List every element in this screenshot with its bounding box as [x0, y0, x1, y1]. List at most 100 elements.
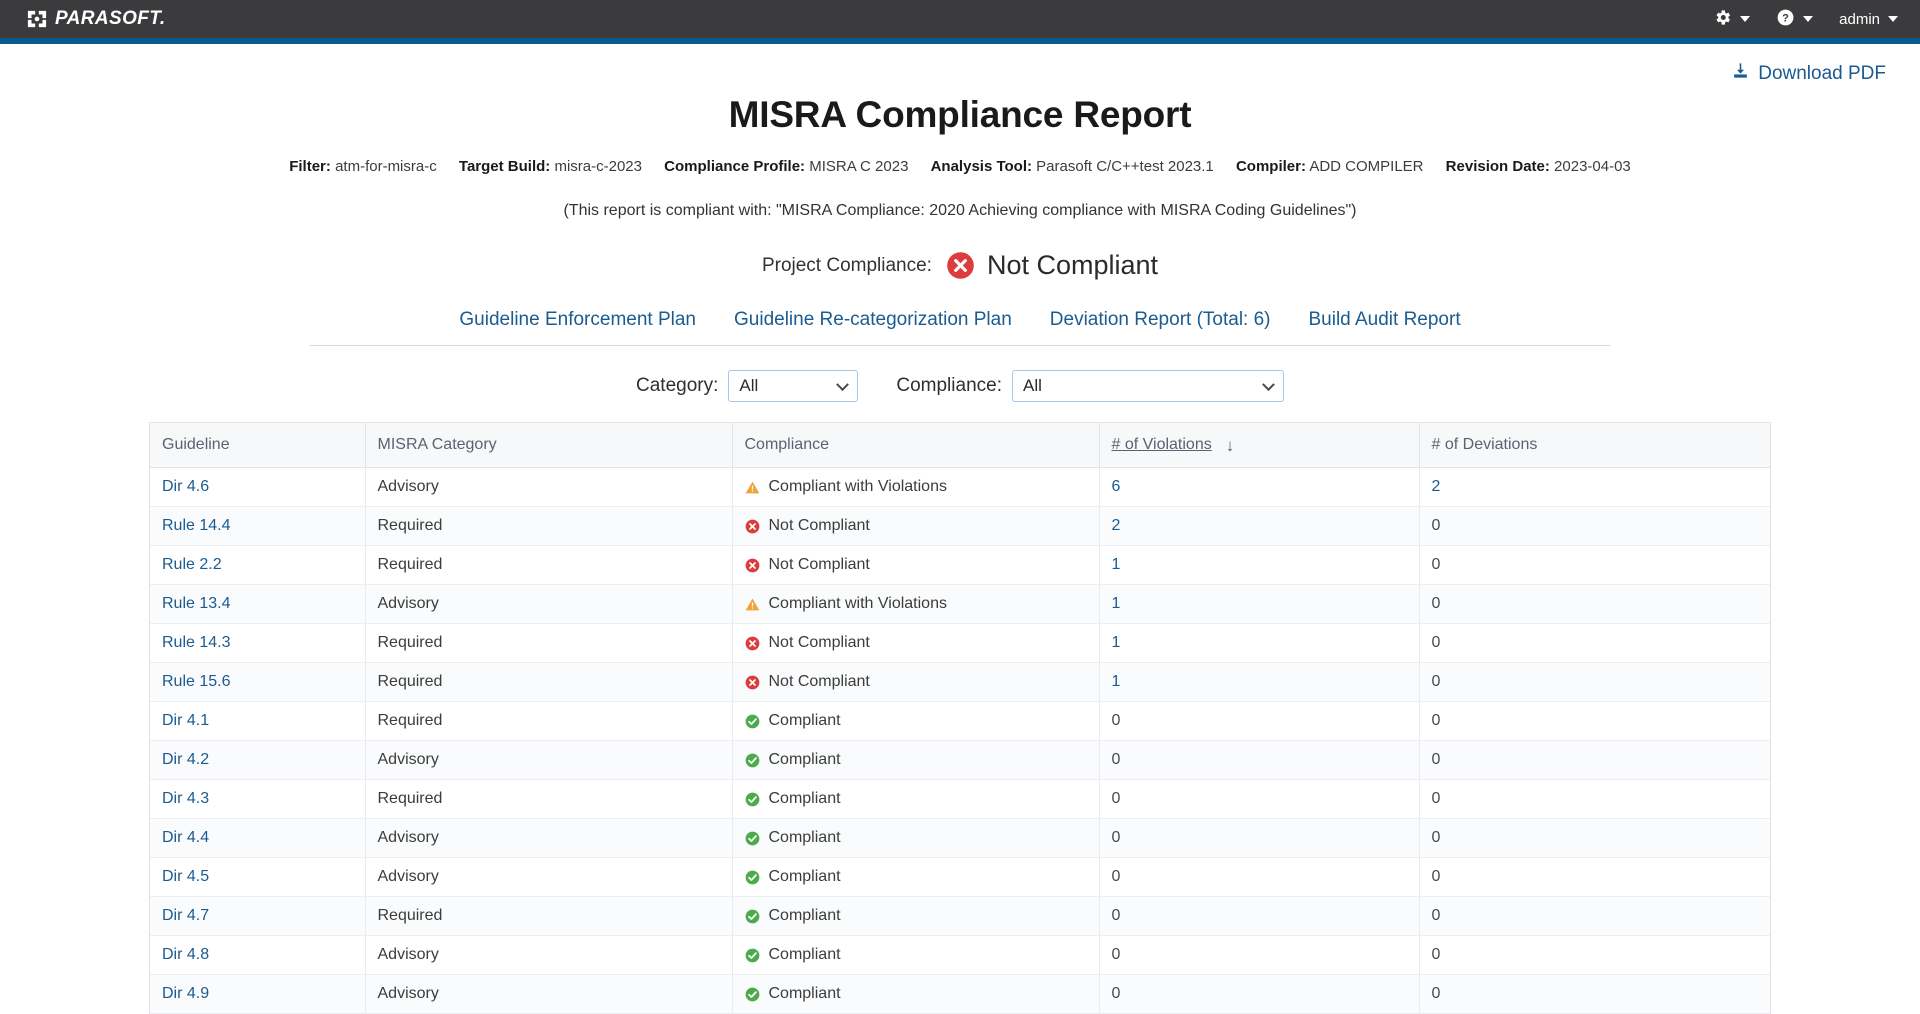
- compliance-status-label: Not Compliant: [768, 634, 870, 651]
- meta-compliance-profile-key: Compliance Profile:: [664, 158, 806, 175]
- deviations-value[interactable]: 2: [1432, 478, 1441, 495]
- help-menu[interactable]: ?: [1776, 8, 1814, 31]
- compliance-status: Not Compliant: [745, 517, 1087, 535]
- guideline-link[interactable]: Dir 4.5: [162, 868, 209, 885]
- cell-compliance: Not Compliant: [732, 506, 1100, 546]
- sort-control-violations[interactable]: # of Violations ↓: [1112, 436, 1235, 454]
- check-circle-icon: [745, 714, 760, 729]
- column-header-violations-label[interactable]: # of Violations: [1112, 436, 1212, 454]
- column-header-misra-category[interactable]: MISRA Category: [365, 423, 733, 468]
- deviations-value: 0: [1431, 595, 1441, 612]
- compliance-filter-label: Compliance:: [896, 375, 1002, 396]
- violations-value[interactable]: 1: [1112, 673, 1121, 690]
- violations-value[interactable]: 1: [1112, 556, 1121, 573]
- chevron-down-icon: [836, 378, 850, 392]
- guideline-link[interactable]: Rule 14.3: [162, 634, 231, 651]
- check-circle-icon: [745, 987, 760, 1002]
- guideline-link[interactable]: Dir 4.4: [162, 829, 209, 846]
- guideline-link[interactable]: Rule 15.6: [162, 673, 231, 690]
- cell-deviations: 0: [1419, 818, 1770, 858]
- parasoft-logo-icon: [26, 9, 48, 29]
- report-tabs: Guideline Enforcement Plan Guideline Re-…: [310, 309, 1610, 346]
- cell-misra-category: Advisory: [365, 584, 733, 624]
- deviations-value: 0: [1431, 517, 1441, 534]
- compliance-status: Compliant: [745, 946, 1087, 964]
- violations-value: 0: [1111, 946, 1121, 963]
- error-circle-icon: [745, 675, 760, 690]
- chevron-down-icon[interactable]: [1888, 16, 1898, 22]
- guideline-link[interactable]: Rule 13.4: [162, 595, 231, 612]
- table-row: Rule 15.6 Required Not Compliant 1 0: [150, 662, 1770, 702]
- cell-violations: 1: [1099, 584, 1420, 624]
- cell-violations: 0: [1099, 974, 1420, 1014]
- table-header: Guideline MISRA Category Compliance # of…: [150, 423, 1770, 468]
- cell-compliance: Compliant with Violations: [732, 467, 1100, 507]
- compliance-select[interactable]: All: [1011, 370, 1284, 402]
- column-header-misra-category-label: MISRA Category: [377, 436, 497, 453]
- compliance-status: Compliant: [745, 907, 1087, 925]
- error-circle-icon: [745, 636, 760, 651]
- guideline-link[interactable]: Dir 4.3: [162, 790, 209, 807]
- cell-guideline: Dir 4.7: [150, 896, 366, 936]
- download-pdf-button[interactable]: Download PDF: [1731, 61, 1886, 86]
- compliance-status-label: Compliant with Violations: [768, 595, 947, 612]
- violations-value[interactable]: 1: [1112, 595, 1121, 612]
- user-menu-label: admin: [1839, 10, 1880, 28]
- cell-guideline: Dir 4.5: [150, 857, 366, 897]
- cell-deviations: 0: [1419, 662, 1770, 702]
- cell-deviations: 2: [1419, 467, 1770, 507]
- violations-value: 0: [1111, 712, 1121, 729]
- column-header-deviations[interactable]: # of Deviations: [1419, 423, 1770, 468]
- sort-descending-icon[interactable]: ↓: [1226, 437, 1235, 454]
- tab-build-audit-report[interactable]: Build Audit Report: [1290, 309, 1480, 331]
- settings-menu[interactable]: [1713, 8, 1751, 31]
- guideline-link[interactable]: Rule 2.2: [162, 556, 222, 573]
- guideline-link[interactable]: Dir 4.9: [162, 985, 209, 1002]
- cell-deviations: 0: [1419, 896, 1770, 936]
- violations-value[interactable]: 6: [1112, 478, 1121, 495]
- cell-misra-category: Advisory: [365, 974, 733, 1014]
- column-header-violations[interactable]: # of Violations ↓: [1099, 423, 1420, 468]
- guideline-link[interactable]: Dir 4.7: [162, 907, 209, 924]
- brand-logo[interactable]: PARASOFT.: [26, 8, 166, 30]
- table-row: Rule 2.2 Required Not Compliant 1 0: [150, 545, 1770, 585]
- compliance-status: Compliant with Violations: [745, 595, 1087, 613]
- chevron-down-icon[interactable]: [1803, 16, 1814, 22]
- deviations-value: 0: [1431, 868, 1441, 885]
- compliance-status-label: Compliant with Violations: [768, 478, 947, 495]
- column-header-compliance[interactable]: Compliance: [732, 423, 1100, 468]
- gear-icon[interactable]: [1713, 8, 1732, 31]
- compliance-filter: Compliance: All: [896, 370, 1284, 402]
- table-row: Dir 4.5 Advisory Compliant 0 0: [150, 857, 1770, 897]
- meta-compliance-profile-value: MISRA C 2023: [809, 158, 909, 175]
- check-circle-icon: [745, 753, 760, 768]
- cell-guideline: Rule 14.3: [150, 623, 366, 663]
- category-select[interactable]: All: [728, 370, 859, 402]
- violations-value[interactable]: 2: [1112, 517, 1121, 534]
- tab-guideline-enforcement-plan[interactable]: Guideline Enforcement Plan: [440, 309, 715, 331]
- tab-deviation-report[interactable]: Deviation Report (Total: 6): [1031, 309, 1290, 331]
- violations-value: 0: [1111, 790, 1121, 807]
- tab-guideline-recategorization-plan[interactable]: Guideline Re-categorization Plan: [715, 309, 1031, 331]
- guideline-link[interactable]: Dir 4.8: [162, 946, 209, 963]
- column-header-guideline[interactable]: Guideline: [150, 423, 366, 468]
- compliance-status: Compliant: [745, 712, 1087, 730]
- guideline-link[interactable]: Rule 14.4: [162, 517, 231, 534]
- topbar-actions: ? admin: [1713, 8, 1898, 31]
- guideline-link[interactable]: Dir 4.6: [162, 478, 209, 495]
- error-circle-icon: [745, 519, 760, 534]
- cell-guideline: Dir 4.3: [150, 779, 366, 819]
- meta-filter-key: Filter:: [289, 158, 331, 175]
- chevron-down-icon[interactable]: [1740, 16, 1751, 22]
- guideline-link[interactable]: Dir 4.1: [162, 712, 209, 729]
- project-compliance-status: Not Compliant: [986, 250, 1159, 280]
- deviations-value: 0: [1431, 751, 1441, 768]
- cell-compliance: Not Compliant: [732, 545, 1100, 585]
- user-menu[interactable]: admin: [1839, 11, 1898, 28]
- guideline-link[interactable]: Dir 4.2: [162, 751, 209, 768]
- download-icon: [1731, 61, 1750, 86]
- help-circle-icon[interactable]: ?: [1776, 8, 1795, 31]
- violations-value: 0: [1111, 907, 1121, 924]
- meta-compiler: Compiler: ADD COMPILER: [1236, 158, 1424, 175]
- violations-value[interactable]: 1: [1112, 634, 1121, 651]
